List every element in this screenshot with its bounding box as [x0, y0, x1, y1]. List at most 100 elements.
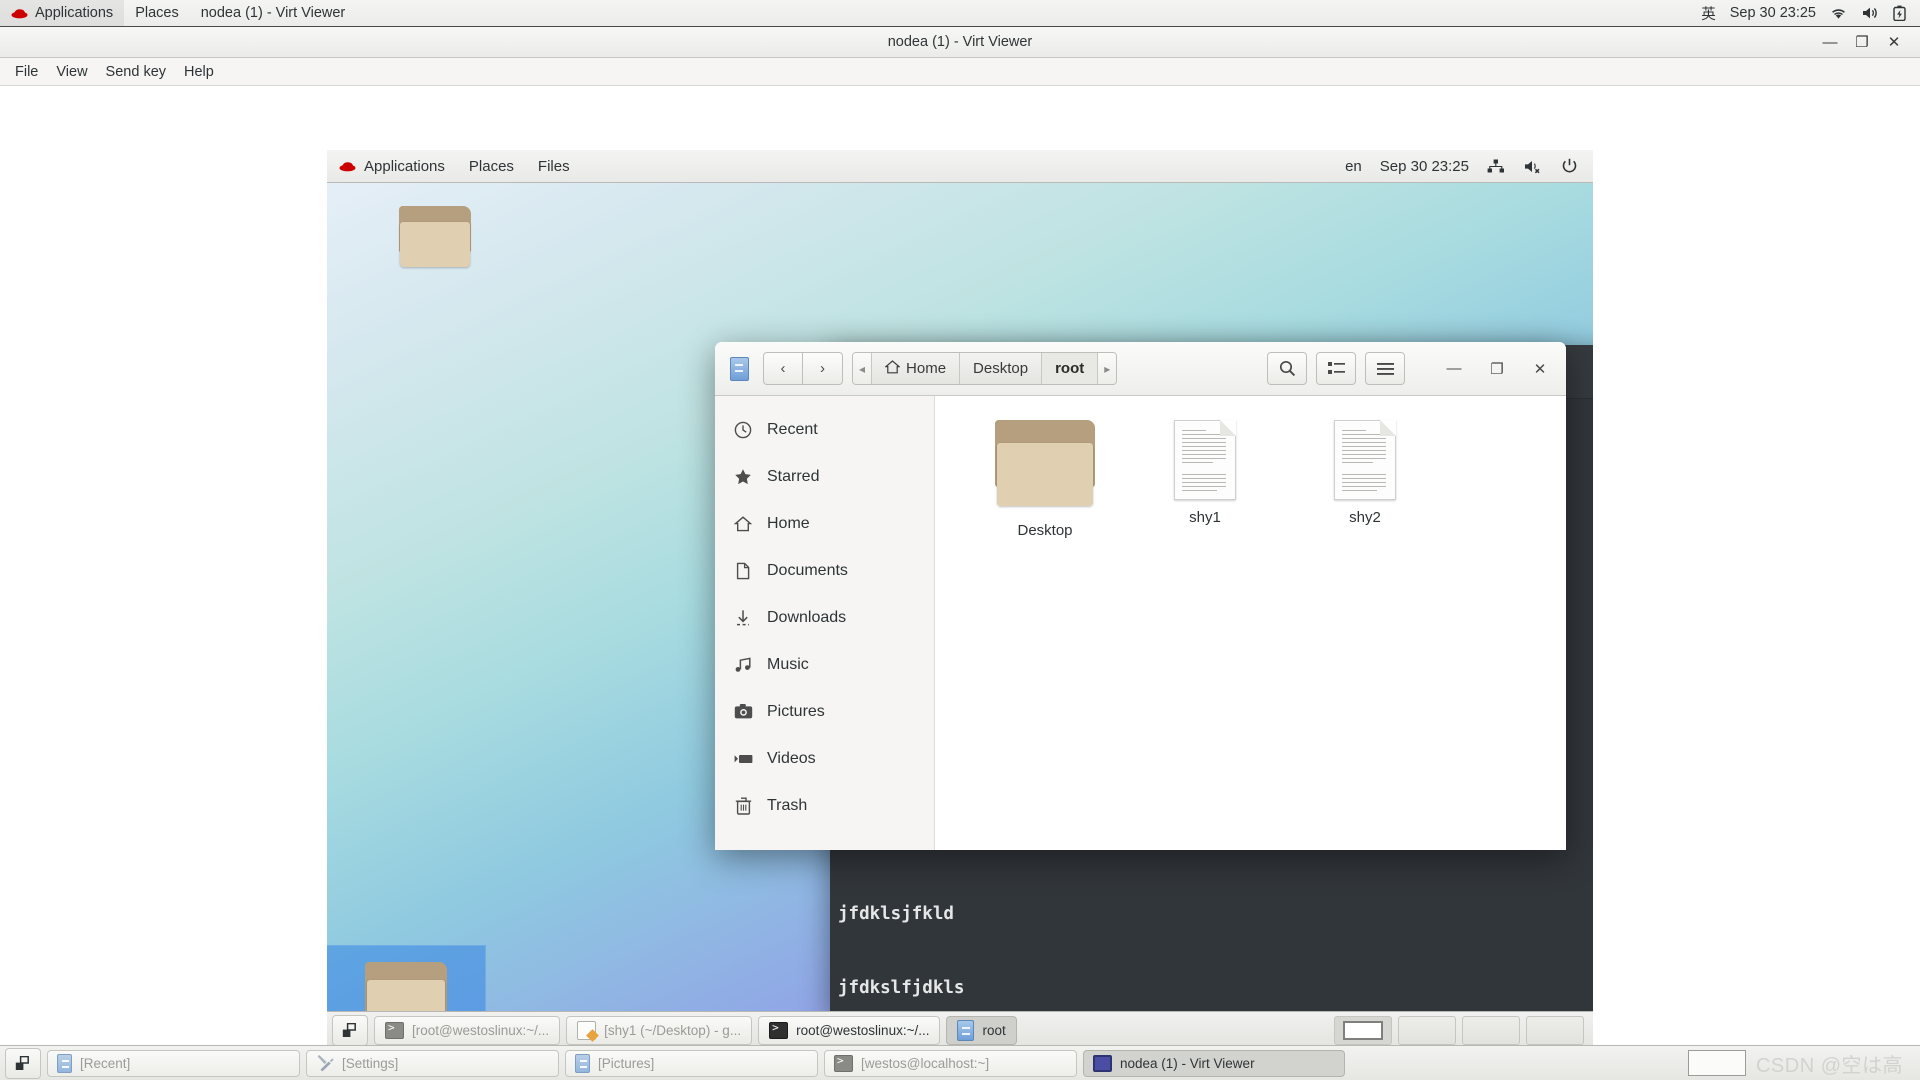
files-maximize-button[interactable]: ❐ [1480, 354, 1514, 384]
breadcrumb-desktop-label: Desktop [973, 360, 1029, 377]
sidebar-item-home[interactable]: Home [715, 500, 934, 547]
virt-viewer-canvas: Applications Places Files en Sep 30 23:2… [0, 86, 1920, 1045]
power-icon[interactable] [1552, 150, 1587, 182]
tools-icon [316, 1054, 334, 1072]
pathbar-scroll-right[interactable]: ▸ [1098, 353, 1117, 384]
workspace-1[interactable] [1334, 1016, 1392, 1045]
menu-file[interactable]: File [6, 61, 47, 83]
sidebar-item-pictures[interactable]: Pictures [715, 688, 934, 735]
files-icon [724, 356, 754, 381]
forward-button[interactable]: › [803, 352, 843, 385]
breadcrumb-item-desktop[interactable]: Desktop [960, 353, 1043, 384]
taskbar-button-terminal-1[interactable]: [root@westoslinux:~/... [374, 1016, 561, 1045]
host-active-window-title[interactable]: nodea (1) - Virt Viewer [190, 0, 357, 26]
hamburger-menu-icon[interactable] [1365, 352, 1405, 385]
show-desktop-icon[interactable] [332, 1015, 368, 1045]
host-taskbar-button-recent[interactable]: [Recent] [47, 1049, 300, 1077]
taskbar-button-gedit[interactable]: [shy1 (~/Desktop) - g... [566, 1016, 753, 1045]
breadcrumb-item-root[interactable]: root [1042, 353, 1099, 384]
battery-icon[interactable] [1887, 0, 1912, 26]
wifi-icon[interactable] [1824, 0, 1853, 26]
host-taskbar-button-virt-viewer[interactable]: nodea (1) - Virt Viewer [1083, 1049, 1345, 1077]
virt-minimize-button[interactable]: — [1814, 29, 1846, 55]
home-icon [733, 515, 753, 533]
back-button[interactable]: ‹ [763, 352, 803, 385]
sidebar-item-label: Home [767, 514, 810, 532]
taskbar-button-label: [shy1 (~/Desktop) - g... [604, 1023, 742, 1038]
taskbar-button-label: [root@westoslinux:~/... [412, 1023, 550, 1038]
host-taskbar-button-label: [Recent] [80, 1055, 131, 1071]
host-taskbar-button-terminal[interactable]: [westos@localhost:~] [824, 1049, 1077, 1077]
sidebar-item-downloads[interactable]: Downloads [715, 594, 934, 641]
host-applications-menu[interactable]: Applications [0, 0, 125, 26]
guest-clock[interactable]: Sep 30 23:25 [1371, 150, 1478, 182]
files-content-area[interactable]: Desktop shy1 shy2 [935, 396, 1566, 850]
files-close-button[interactable]: ✕ [1523, 354, 1557, 384]
file-item-desktop[interactable]: Desktop [965, 414, 1125, 549]
gedit-icon [577, 1021, 597, 1040]
input-method-indicator[interactable]: 英 [1695, 0, 1722, 26]
file-item-shy1[interactable]: shy1 [1125, 414, 1285, 549]
menu-send-key[interactable]: Send key [97, 61, 175, 83]
folder-icon [995, 420, 1095, 508]
virt-viewer-titlebar[interactable]: nodea (1) - Virt Viewer — ❐ ✕ [0, 27, 1920, 58]
sidebar-item-recent[interactable]: Recent [715, 406, 934, 453]
files-header-right: — ❐ ✕ [1267, 352, 1557, 385]
sidebar-item-label: Starred [767, 467, 820, 485]
workspace-preview [1343, 1021, 1383, 1040]
host-tray: 英 Sep 30 23:25 [1695, 0, 1920, 26]
network-icon[interactable] [1478, 150, 1514, 182]
desktop-icon-folder-top[interactable] [371, 206, 499, 271]
taskbar-button-terminal-2[interactable]: root@westoslinux:~/... [758, 1016, 941, 1045]
files-nav-buttons: ‹ › [763, 352, 843, 385]
breadcrumb-home-label: Home [906, 360, 947, 377]
guest-tray: en Sep 30 23:25 [1336, 150, 1593, 182]
music-note-icon [733, 656, 753, 674]
files-minimize-button[interactable]: — [1437, 354, 1471, 384]
menu-view[interactable]: View [47, 61, 96, 83]
volume-icon[interactable] [1855, 0, 1885, 26]
guest-current-app-menu[interactable]: Files [526, 150, 582, 182]
guest-language-indicator[interactable]: en [1336, 150, 1371, 182]
guest-places-menu[interactable]: Places [457, 150, 526, 182]
menu-help[interactable]: Help [175, 61, 223, 83]
drive-icon [575, 1053, 590, 1073]
host-places-menu[interactable]: Places [124, 0, 190, 26]
view-list-icon[interactable] [1316, 352, 1356, 385]
workspace-3[interactable] [1462, 1016, 1520, 1045]
show-desktop-icon[interactable] [5, 1047, 41, 1079]
files-window[interactable]: ‹ › ◂ Home Desktop root ▸ — ❐ ✕ Recent S… [715, 342, 1566, 850]
terminal-line: jfdklsjfkld [838, 904, 954, 925]
pathbar-scroll-left[interactable]: ◂ [853, 353, 873, 384]
host-taskbar-button-settings[interactable]: [Settings] [306, 1049, 559, 1077]
taskbar-button-files-root[interactable]: root [946, 1016, 1017, 1045]
file-item-label: Desktop [1017, 522, 1073, 539]
files-sidebar: Recent Starred Home Documents Downloads … [715, 396, 935, 850]
workspace-2[interactable] [1398, 1016, 1456, 1045]
sidebar-item-documents[interactable]: Documents [715, 547, 934, 594]
sidebar-item-starred[interactable]: Starred [715, 453, 934, 500]
sidebar-item-music[interactable]: Music [715, 641, 934, 688]
host-workspace-switcher[interactable] [1687, 1050, 1746, 1076]
search-icon[interactable] [1267, 352, 1307, 385]
breadcrumb-item-home[interactable]: Home [872, 353, 961, 384]
document-icon [1174, 420, 1236, 500]
workspace-4[interactable] [1526, 1016, 1584, 1045]
host-clock[interactable]: Sep 30 23:25 [1724, 0, 1822, 26]
sidebar-item-trash[interactable]: Trash [715, 782, 934, 829]
virt-close-button[interactable]: ✕ [1878, 29, 1910, 55]
host-taskbar: [Recent] [Settings] [Pictures] [westos@l… [0, 1045, 1920, 1080]
file-item-shy2[interactable]: shy2 [1285, 414, 1445, 549]
breadcrumb: ◂ Home Desktop root ▸ [852, 352, 1118, 385]
breadcrumb-root-label: root [1055, 360, 1085, 377]
guest-applications-menu[interactable]: Applications [327, 150, 457, 182]
files-grid: Desktop shy1 shy2 [965, 414, 1566, 549]
virt-maximize-button[interactable]: ❐ [1846, 29, 1878, 55]
document-icon [1334, 420, 1396, 500]
folder-icon [399, 206, 471, 268]
sidebar-item-videos[interactable]: Videos [715, 735, 934, 782]
sidebar-item-label: Downloads [767, 608, 847, 626]
host-taskbar-button-label: [Settings] [342, 1055, 399, 1071]
host-taskbar-button-pictures[interactable]: [Pictures] [565, 1049, 818, 1077]
volume-muted-icon[interactable] [1514, 150, 1552, 182]
